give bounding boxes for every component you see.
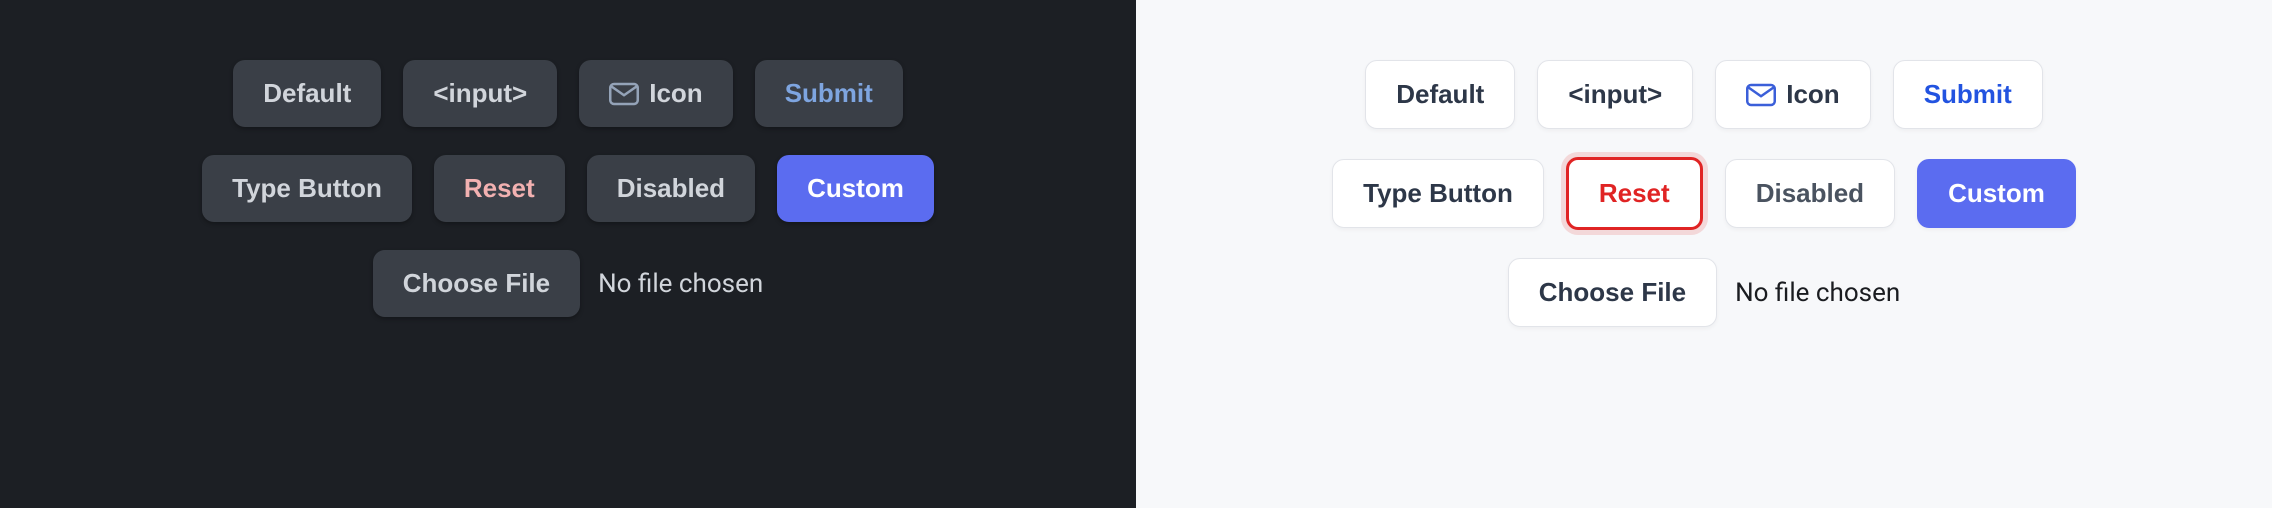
disabled-button[interactable]: Disabled <box>587 155 755 222</box>
icon-button[interactable]: Icon <box>579 60 732 127</box>
choose-file-button[interactable]: Choose File <box>1508 258 1717 327</box>
file-row: Choose File No file chosen <box>373 250 763 317</box>
icon-button-label: Icon <box>1786 79 1839 110</box>
reset-button[interactable]: Reset <box>1566 157 1703 230</box>
submit-button[interactable]: Submit <box>1893 60 2043 129</box>
row-1: Default <input> Icon Submit <box>233 60 903 127</box>
dark-panel: Default <input> Icon Submit Type Button … <box>0 0 1136 508</box>
type-button[interactable]: Type Button <box>202 155 412 222</box>
reset-button[interactable]: Reset <box>434 155 565 222</box>
light-panel: Default <input> Icon Submit Type Button … <box>1136 0 2272 508</box>
row-1: Default <input> Icon Submit <box>1365 60 2043 129</box>
custom-button[interactable]: Custom <box>1917 159 2076 228</box>
input-button[interactable]: <input> <box>1537 60 1693 129</box>
file-row: Choose File No file chosen <box>1508 258 1900 327</box>
type-button[interactable]: Type Button <box>1332 159 1544 228</box>
choose-file-button[interactable]: Choose File <box>373 250 580 317</box>
mail-icon <box>609 82 639 106</box>
row-2: Type Button Reset Disabled Custom <box>202 155 934 222</box>
input-button[interactable]: <input> <box>403 60 557 127</box>
custom-button[interactable]: Custom <box>777 155 934 222</box>
default-button[interactable]: Default <box>1365 60 1515 129</box>
submit-button[interactable]: Submit <box>755 60 903 127</box>
icon-button-label: Icon <box>649 78 702 109</box>
file-status: No file chosen <box>1733 278 1900 308</box>
row-2: Type Button Reset Disabled Custom <box>1332 157 2076 230</box>
default-button[interactable]: Default <box>233 60 381 127</box>
icon-button[interactable]: Icon <box>1715 60 1870 129</box>
mail-icon <box>1746 83 1776 107</box>
disabled-button[interactable]: Disabled <box>1725 159 1895 228</box>
file-status: No file chosen <box>596 269 763 299</box>
